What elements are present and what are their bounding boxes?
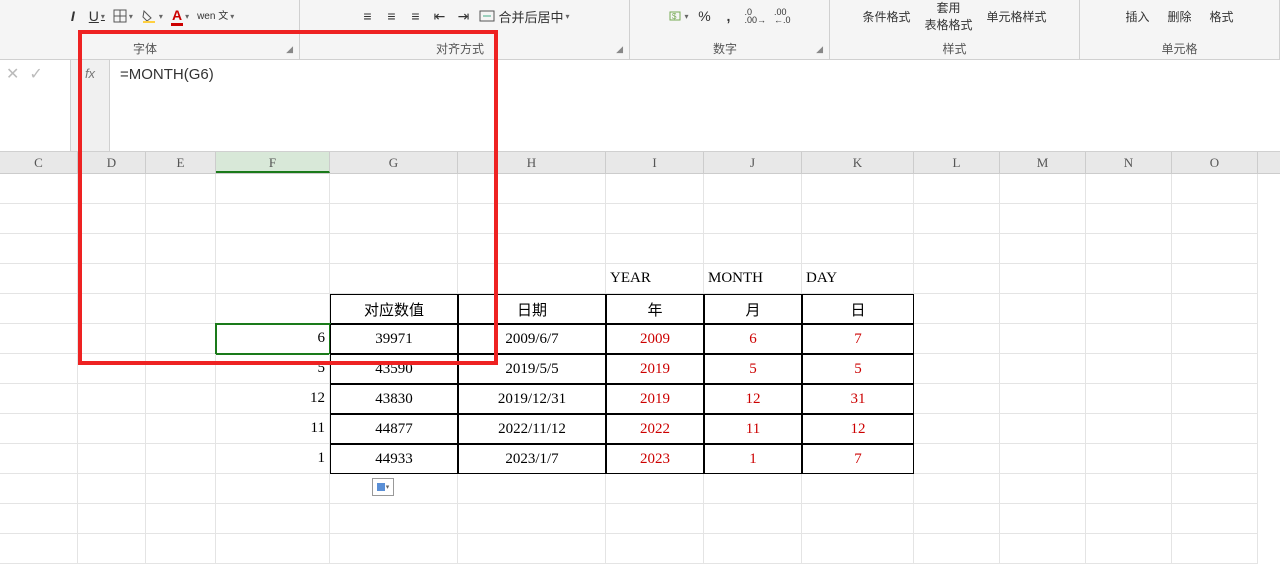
cell[interactable]: 2022/11/12 xyxy=(458,414,606,444)
cell[interactable]: 7 xyxy=(802,324,914,354)
cell[interactable]: 43830 xyxy=(330,384,458,414)
formula-bar: ✕ ✓ fx =MONTH(G6) xyxy=(0,60,1280,152)
cell[interactable]: 11 xyxy=(216,414,330,444)
cell[interactable]: 39971 xyxy=(330,324,458,354)
ribbon-group-number: $ % , .0.00→ .00←.0 数字 ◢ xyxy=(630,0,830,60)
cell[interactable]: 6 xyxy=(704,324,802,354)
cell[interactable]: 44933 xyxy=(330,444,458,474)
borders-button[interactable] xyxy=(111,5,135,27)
fx-button[interactable]: fx xyxy=(70,60,110,151)
align-right-button[interactable]: ≡ xyxy=(405,5,425,27)
autofill-options-button[interactable] xyxy=(372,478,394,496)
cell[interactable]: 2009 xyxy=(606,324,704,354)
confirm-formula-button[interactable]: ✓ xyxy=(29,64,42,84)
col-header[interactable]: M xyxy=(1000,152,1086,173)
phonetic-button[interactable]: wen 文 xyxy=(195,5,236,27)
col-header[interactable]: J xyxy=(704,152,802,173)
decrease-indent-button[interactable]: ⇤ xyxy=(429,5,449,27)
svg-text:$: $ xyxy=(672,12,677,21)
cells-group-label: 单元格 xyxy=(1161,40,1197,57)
col-header[interactable]: H xyxy=(458,152,606,173)
col-header[interactable]: I xyxy=(606,152,704,173)
cell[interactable]: 12 xyxy=(704,384,802,414)
col-header[interactable]: O xyxy=(1172,152,1258,173)
ribbon-group-alignment: ≡ ≡ ≡ ⇤ ⇥ 合并后居中 对齐方式 ◢ xyxy=(300,0,630,60)
comma-button[interactable]: , xyxy=(718,5,738,27)
cell[interactable]: 5 xyxy=(802,354,914,384)
cell-F6-active[interactable]: 6 xyxy=(216,324,330,354)
col-header[interactable]: C xyxy=(0,152,78,173)
font-color-button[interactable]: A xyxy=(169,5,191,27)
decrease-decimal-button[interactable]: .00←.0 xyxy=(772,5,793,27)
cell[interactable]: 44877 xyxy=(330,414,458,444)
cell[interactable]: 12 xyxy=(802,414,914,444)
col-header[interactable]: K xyxy=(802,152,914,173)
ribbon-group-font: I U A wen 文 字体 ◢ xyxy=(0,0,300,60)
font-dialog-launcher[interactable]: ◢ xyxy=(286,44,293,55)
col-header[interactable]: G xyxy=(330,152,458,173)
insert-button[interactable]: 插入 xyxy=(1123,5,1151,27)
ribbon-group-cells: 插入 删除 格式 单元格 xyxy=(1080,0,1280,60)
cell[interactable]: 5 xyxy=(216,354,330,384)
cell[interactable]: 1 xyxy=(216,444,330,474)
underline-button[interactable]: U xyxy=(87,5,107,27)
cancel-formula-button[interactable]: ✕ xyxy=(6,64,19,84)
delete-button[interactable]: 删除 xyxy=(1165,5,1193,27)
number-dialog-launcher[interactable]: ◢ xyxy=(816,44,823,55)
col-header[interactable]: N xyxy=(1086,152,1172,173)
align-dialog-launcher[interactable]: ◢ xyxy=(616,44,623,55)
format-button[interactable]: 格式 xyxy=(1208,5,1236,27)
align-center-button[interactable]: ≡ xyxy=(381,5,401,27)
header-date[interactable]: 日期 xyxy=(458,294,606,324)
label-month-en[interactable]: MONTH xyxy=(704,264,802,294)
header-month[interactable]: 月 xyxy=(704,294,802,324)
header-year[interactable]: 年 xyxy=(606,294,704,324)
ribbon: I U A wen 文 字体 ◢ ≡ ≡ ≡ ⇤ ⇥ 合并后居中 对齐方式 ◢ … xyxy=(0,0,1280,60)
cell[interactable]: 2019 xyxy=(606,384,704,414)
cell[interactable]: 2019/12/31 xyxy=(458,384,606,414)
cell[interactable]: 2019 xyxy=(606,354,704,384)
cell[interactable]: 5 xyxy=(704,354,802,384)
header-value[interactable]: 对应数值 xyxy=(330,294,458,324)
cell[interactable]: 7 xyxy=(802,444,914,474)
cell[interactable]: 11 xyxy=(704,414,802,444)
autofill-icon xyxy=(377,483,385,491)
cell[interactable]: 1 xyxy=(704,444,802,474)
cell[interactable]: 2023 xyxy=(606,444,704,474)
column-headers: C D E F G H I J K L M N O xyxy=(0,152,1280,174)
accounting-format-button[interactable]: $ xyxy=(666,5,690,27)
cell[interactable]: 2023/1/7 xyxy=(458,444,606,474)
formula-input[interactable]: =MONTH(G6) xyxy=(110,60,1280,151)
col-header-active[interactable]: F xyxy=(216,152,330,173)
col-header[interactable]: E xyxy=(146,152,216,173)
table-format-button[interactable]: 套用 表格格式 xyxy=(922,5,974,27)
fill-color-button[interactable] xyxy=(139,5,165,27)
align-group-label: 对齐方式 xyxy=(436,40,484,57)
increase-indent-button[interactable]: ⇥ xyxy=(453,5,473,27)
align-left-button[interactable]: ≡ xyxy=(357,5,377,27)
col-header[interactable]: L xyxy=(914,152,1000,173)
font-group-label: 字体 xyxy=(133,40,157,57)
cell[interactable]: 31 xyxy=(802,384,914,414)
label-year-en[interactable]: YEAR xyxy=(606,264,704,294)
cell[interactable]: 43590 xyxy=(330,354,458,384)
merge-center-button[interactable]: 合并后居中 xyxy=(477,5,571,27)
ribbon-group-styles: 条件格式 套用 表格格式 单元格样式 样式 xyxy=(830,0,1080,60)
cell[interactable]: 2019/5/5 xyxy=(458,354,606,384)
cell-style-button[interactable]: 单元格样式 xyxy=(985,5,1049,27)
col-header[interactable]: D xyxy=(78,152,146,173)
header-day[interactable]: 日 xyxy=(802,294,914,324)
cell[interactable]: 12 xyxy=(216,384,330,414)
italic-button[interactable]: I xyxy=(63,5,83,27)
cell[interactable]: 2009/6/7 xyxy=(458,324,606,354)
cell[interactable]: 2022 xyxy=(606,414,704,444)
cells-area[interactable]: YEAR MONTH DAY 对应数值 日期 年 月 日 6 39971 200… xyxy=(0,174,1280,564)
spreadsheet-grid[interactable]: C D E F G H I J K L M N O YEAR MONTH DAY… xyxy=(0,152,1280,564)
styles-group-label: 样式 xyxy=(942,40,966,57)
conditional-format-button[interactable]: 条件格式 xyxy=(860,5,912,27)
number-group-label: 数字 xyxy=(713,40,737,57)
increase-decimal-button[interactable]: .0.00→ xyxy=(742,5,768,27)
percent-button[interactable]: % xyxy=(694,5,714,27)
label-day-en[interactable]: DAY xyxy=(802,264,914,294)
